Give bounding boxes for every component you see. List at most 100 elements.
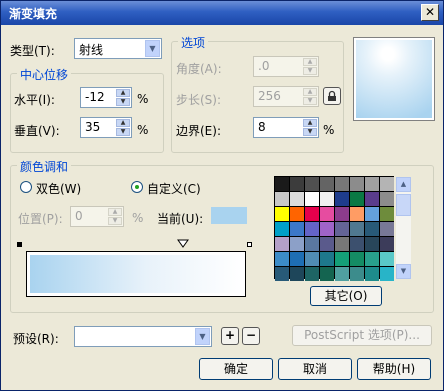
palette-swatch[interactable] — [320, 192, 334, 206]
palette-swatch[interactable] — [320, 237, 334, 251]
palette-swatch[interactable] — [335, 222, 349, 236]
preset-select[interactable]: ▼ — [74, 326, 212, 347]
close-button[interactable]: ✕ — [421, 4, 439, 21]
palette-swatch[interactable] — [275, 192, 289, 206]
palette-swatch[interactable] — [275, 207, 289, 221]
palette-swatch[interactable] — [335, 237, 349, 251]
spin-up-icon[interactable]: ▲ — [108, 208, 122, 216]
position-spinner[interactable]: 0 ▲ ▼ — [70, 206, 124, 227]
palette-swatch[interactable] — [305, 222, 319, 236]
steps-lock-button[interactable] — [323, 87, 341, 105]
remove-preset-button[interactable]: − — [242, 327, 260, 345]
palette-swatch[interactable] — [365, 192, 379, 206]
steps-spinner[interactable]: 256 ▲ ▼ — [253, 86, 319, 107]
palette-swatch[interactable] — [275, 177, 289, 191]
palette-swatch[interactable] — [290, 237, 304, 251]
palette-swatch[interactable] — [275, 222, 289, 236]
palette-swatch[interactable] — [350, 267, 364, 281]
palette-swatch[interactable] — [305, 237, 319, 251]
cancel-button[interactable]: 取消 — [278, 358, 352, 380]
midpoint-marker-icon[interactable] — [177, 239, 189, 248]
gradient-bar[interactable] — [26, 251, 246, 297]
palette-swatch[interactable] — [380, 207, 394, 221]
spin-up-icon[interactable]: ▲ — [303, 88, 317, 96]
custom-radio[interactable] — [131, 181, 143, 193]
title-bar[interactable]: 渐变填充 ✕ — [1, 1, 443, 25]
spin-down-icon[interactable]: ▼ — [303, 67, 317, 75]
palette-swatch[interactable] — [305, 192, 319, 206]
add-preset-button[interactable]: + — [221, 327, 239, 345]
spin-down-icon[interactable]: ▼ — [303, 97, 317, 105]
palette-swatch[interactable] — [305, 252, 319, 266]
two-color-label[interactable]: 双色(W) — [36, 180, 81, 197]
other-color-button[interactable]: 其它(O) — [310, 286, 382, 306]
palette-swatch[interactable] — [380, 237, 394, 251]
horizontal-spinner[interactable]: -12 ▲ ▼ — [80, 87, 132, 108]
spin-up-icon[interactable]: ▲ — [303, 58, 317, 66]
spin-down-icon[interactable]: ▼ — [108, 217, 122, 225]
vertical-spinner[interactable]: 35 ▲ ▼ — [80, 117, 132, 138]
palette-swatch[interactable] — [380, 177, 394, 191]
postscript-options-button[interactable]: PostScript 选项(P)... — [292, 325, 432, 346]
palette-swatch[interactable] — [305, 267, 319, 281]
palette-swatch[interactable] — [275, 237, 289, 251]
palette-swatch[interactable] — [365, 177, 379, 191]
palette-swatch[interactable] — [365, 207, 379, 221]
palette-swatch[interactable] — [290, 252, 304, 266]
palette-swatch[interactable] — [290, 177, 304, 191]
current-color-swatch[interactable] — [211, 207, 247, 224]
ok-button[interactable]: 确定 — [199, 358, 273, 380]
palette-swatch[interactable] — [320, 252, 334, 266]
two-color-radio[interactable] — [20, 181, 32, 193]
palette-swatch[interactable] — [365, 222, 379, 236]
edge-spinner[interactable]: 8 ▲ ▼ — [253, 117, 319, 138]
scroll-up-icon[interactable]: ▲ — [396, 177, 411, 192]
palette-swatch[interactable] — [365, 237, 379, 251]
palette-swatch[interactable] — [380, 192, 394, 206]
palette-swatch[interactable] — [290, 222, 304, 236]
palette-swatch[interactable] — [320, 267, 334, 281]
palette-swatch[interactable] — [335, 207, 349, 221]
palette-swatch[interactable] — [275, 252, 289, 266]
palette-swatch[interactable] — [350, 252, 364, 266]
spin-up-icon[interactable]: ▲ — [116, 119, 130, 127]
scroll-down-icon[interactable]: ▼ — [396, 264, 411, 279]
palette-swatch[interactable] — [320, 177, 334, 191]
palette-swatch[interactable] — [380, 222, 394, 236]
custom-label[interactable]: 自定义(C) — [147, 180, 201, 197]
scroll-thumb[interactable] — [396, 194, 411, 216]
palette-swatch[interactable] — [350, 192, 364, 206]
palette-swatch[interactable] — [305, 177, 319, 191]
spin-up-icon[interactable]: ▲ — [116, 89, 130, 97]
palette-swatch[interactable] — [290, 192, 304, 206]
help-button[interactable]: 帮助(H) — [357, 358, 431, 380]
palette-swatch[interactable] — [275, 267, 289, 281]
palette-swatch[interactable] — [380, 252, 394, 266]
palette-swatch[interactable] — [350, 222, 364, 236]
type-select[interactable]: 射线 ▼ — [74, 38, 162, 59]
chevron-down-icon[interactable]: ▼ — [145, 40, 160, 57]
palette-swatch[interactable] — [320, 207, 334, 221]
spin-down-icon[interactable]: ▼ — [116, 128, 130, 136]
palette-swatch[interactable] — [335, 252, 349, 266]
palette-swatch[interactable] — [380, 267, 394, 281]
palette-swatch[interactable] — [290, 267, 304, 281]
palette-scrollbar[interactable]: ▲ ▼ — [396, 177, 411, 279]
spin-down-icon[interactable]: ▼ — [303, 128, 317, 136]
start-marker[interactable] — [17, 242, 22, 247]
chevron-down-icon[interactable]: ▼ — [195, 328, 210, 345]
palette-swatch[interactable] — [350, 207, 364, 221]
spin-up-icon[interactable]: ▲ — [303, 119, 317, 127]
palette-swatch[interactable] — [365, 267, 379, 281]
palette-swatch[interactable] — [335, 192, 349, 206]
spin-down-icon[interactable]: ▼ — [116, 98, 130, 106]
palette-swatch[interactable] — [290, 207, 304, 221]
angle-spinner[interactable]: .0 ▲ ▼ — [253, 56, 319, 77]
palette-swatch[interactable] — [335, 267, 349, 281]
palette-swatch[interactable] — [320, 222, 334, 236]
end-marker[interactable] — [247, 242, 252, 247]
palette-swatch[interactable] — [305, 207, 319, 221]
palette-swatch[interactable] — [365, 252, 379, 266]
palette-swatch[interactable] — [350, 237, 364, 251]
palette-swatch[interactable] — [335, 177, 349, 191]
